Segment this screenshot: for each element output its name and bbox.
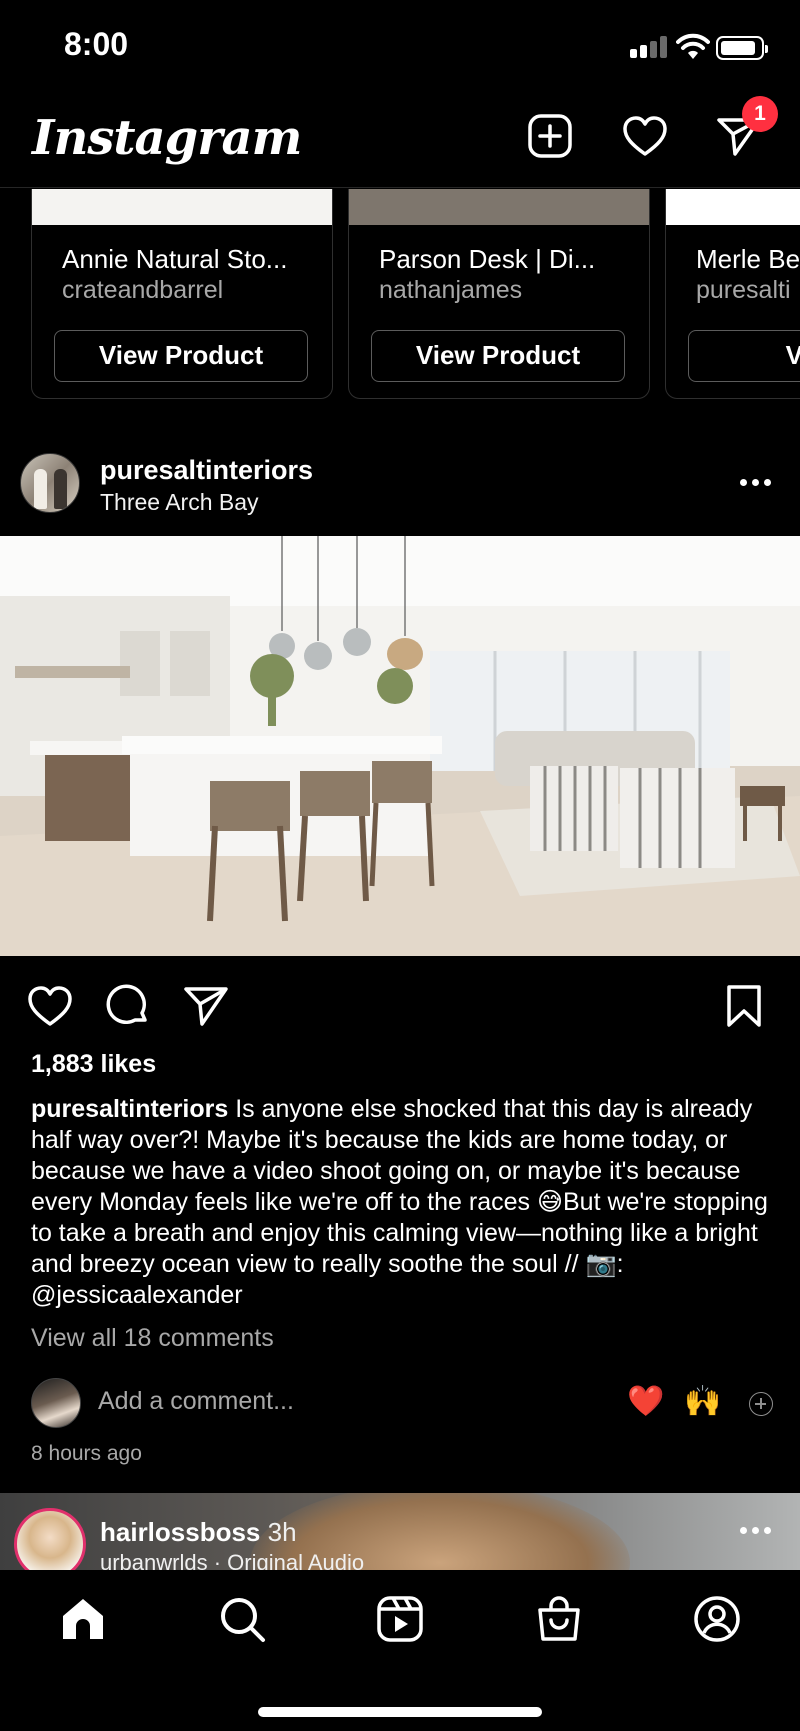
battery-icon <box>716 36 768 60</box>
raised-hands-reaction-emoji[interactable]: 🙌 <box>684 1384 721 1420</box>
save-icon[interactable] <box>720 982 768 1030</box>
product-name: Annie Natural Sto... <box>62 244 288 274</box>
notification-badge: 1 <box>742 96 778 132</box>
home-indicator <box>258 1707 542 1717</box>
product-seller: puresalti <box>696 276 791 304</box>
cellular-signal-icon <box>630 36 668 58</box>
next-post-username-line[interactable]: hairlossboss 3h <box>100 1517 297 1548</box>
add-reaction-icon[interactable] <box>749 1392 773 1416</box>
post-header: puresaltinteriors Three Arch Bay <box>0 445 800 535</box>
post-image[interactable] <box>0 536 800 956</box>
heart-icon[interactable] <box>619 110 671 162</box>
heart-reaction-emoji[interactable]: ❤️ <box>627 1384 664 1420</box>
view-product-button[interactable]: View <box>688 330 800 382</box>
profile-icon[interactable] <box>692 1594 742 1644</box>
like-icon[interactable] <box>26 982 74 1030</box>
product-image[interactable] <box>32 189 332 225</box>
view-all-comments-link[interactable]: View all 18 comments <box>31 1324 274 1353</box>
post-caption: puresaltinteriors Is anyone else shocked… <box>31 1094 771 1311</box>
instagram-logo[interactable]: Instagram <box>32 100 302 176</box>
product-image[interactable] <box>349 189 649 225</box>
product-seller: nathanjames <box>379 276 523 304</box>
product-image[interactable] <box>666 189 800 225</box>
post-username[interactable]: puresaltinteriors <box>100 455 313 486</box>
product-name: Merle Be <box>696 244 800 274</box>
product-seller: crateandbarrel <box>62 276 224 304</box>
more-options-icon[interactable] <box>740 477 780 489</box>
current-user-avatar <box>31 1378 81 1428</box>
home-icon[interactable] <box>58 1594 108 1644</box>
next-post-time: 3h <box>267 1517 297 1547</box>
product-carousel[interactable]: Annie Natural Sto... crateandbarrel View… <box>0 189 800 401</box>
comment-icon[interactable] <box>104 982 152 1030</box>
reels-icon[interactable] <box>375 1594 425 1644</box>
add-comment-row: Add a comment... ❤️ 🙌 <box>0 1376 800 1430</box>
caption-username[interactable]: puresaltinteriors <box>31 1095 228 1123</box>
post-actions <box>0 976 800 1034</box>
wifi-icon <box>676 32 710 60</box>
add-comment-input[interactable]: Add a comment... <box>98 1387 294 1416</box>
top-navigation-bar: Instagram <box>0 100 800 188</box>
next-post-avatar[interactable] <box>14 1508 86 1570</box>
next-post-username[interactable]: hairlossboss <box>100 1517 260 1547</box>
search-icon[interactable] <box>217 1594 267 1644</box>
product-card[interactable]: Annie Natural Sto... crateandbarrel View… <box>31 189 333 399</box>
post-location[interactable]: Three Arch Bay <box>100 489 259 516</box>
post-timestamp: 8 hours ago <box>31 1442 142 1465</box>
status-time: 8:00 <box>64 26 129 62</box>
status-bar: 8:00 <box>0 0 800 100</box>
new-post-icon[interactable] <box>524 110 576 162</box>
next-post-header[interactable]: hairlossboss 3h urbanwrlds · Original Au… <box>0 1493 800 1570</box>
view-product-button[interactable]: View Product <box>54 330 308 382</box>
shop-icon[interactable] <box>534 1594 584 1644</box>
next-post-audio[interactable]: urbanwrlds · Original Audio <box>100 1550 364 1570</box>
caption-text: Is anyone else shocked that this day is … <box>31 1095 768 1309</box>
share-icon[interactable] <box>182 982 230 1030</box>
product-card[interactable]: Parson Desk | Di... nathanjames View Pro… <box>348 189 650 399</box>
more-options-icon[interactable] <box>740 1525 780 1537</box>
post-author-avatar[interactable] <box>20 453 80 513</box>
product-card[interactable]: Merle Be puresalti View <box>665 189 800 399</box>
likes-count[interactable]: 1,883 likes <box>31 1050 156 1079</box>
view-product-button[interactable]: View Product <box>371 330 625 382</box>
product-name: Parson Desk | Di... <box>379 244 596 274</box>
